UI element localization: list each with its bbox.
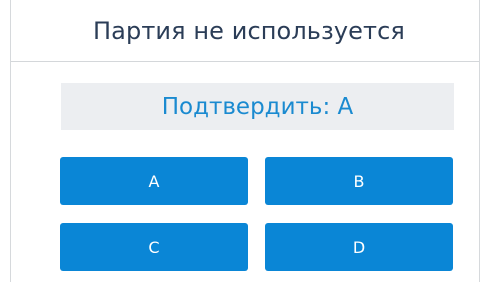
choice-button-label: C xyxy=(148,237,160,257)
choice-button-c[interactable]: C xyxy=(60,223,248,271)
choice-button-label: A xyxy=(148,171,160,191)
dialog-panel: Партия не используется Подтвердить: A A … xyxy=(10,0,480,282)
confirm-label: Подтвердить: A xyxy=(161,93,354,120)
choice-button-label: B xyxy=(353,171,365,191)
choice-button-label: D xyxy=(352,237,366,257)
choice-button-d[interactable]: D xyxy=(265,223,453,271)
title-bar: Партия не используется xyxy=(11,0,479,62)
confirm-display: Подтвердить: A xyxy=(61,83,454,130)
choice-button-a[interactable]: A xyxy=(60,157,248,205)
dialog-title: Партия не используется xyxy=(93,16,405,45)
choice-button-b[interactable]: B xyxy=(265,157,453,205)
